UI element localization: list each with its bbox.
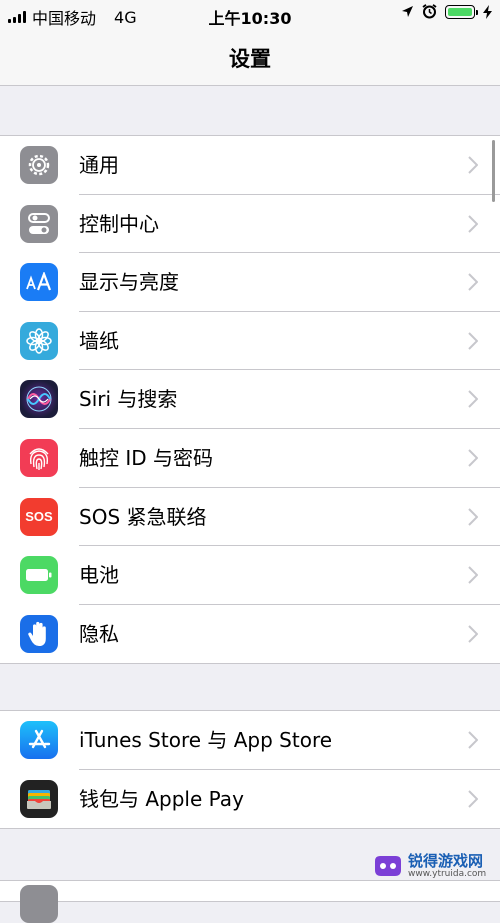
settings-row-wallpaper[interactable]: 墙纸 xyxy=(0,312,500,371)
siri-icon xyxy=(20,380,58,419)
sos-icon: SOS xyxy=(20,497,58,536)
battery-icon xyxy=(445,4,478,19)
settings-row-emergency-sos[interactable]: SOS SOS 紧急联络 xyxy=(0,488,500,547)
settings-row-battery[interactable]: 电池 xyxy=(0,546,500,605)
row-label: 通用 xyxy=(79,153,119,177)
settings-row-general[interactable]: 通用 xyxy=(0,136,500,195)
settings-row-control-center[interactable]: 控制中心 xyxy=(0,195,500,254)
row-label: SOS 紧急联络 xyxy=(79,504,207,529)
settings-row-wallet-apple-pay[interactable]: 钱包与 Apple Pay xyxy=(0,770,500,829)
toggles-icon xyxy=(20,204,58,243)
row-label: Siri 与搜索 xyxy=(79,387,178,412)
settings-group-main: 通用 控制中心 显示与亮度 墙纸 Siri 与搜索 触控 ID 与密码 SOS … xyxy=(0,135,500,665)
chevron-right-icon xyxy=(468,449,478,467)
chevron-right-icon xyxy=(468,332,478,350)
chevron-right-icon xyxy=(468,625,478,643)
row-label: 墙纸 xyxy=(79,328,119,353)
hand-icon xyxy=(20,614,58,653)
chevron-right-icon xyxy=(468,214,478,233)
chevron-right-icon xyxy=(468,273,478,291)
charging-bolt-icon xyxy=(483,4,492,19)
location-arrow-icon xyxy=(402,6,413,17)
settings-group-next-partial xyxy=(0,880,500,923)
row-label: 钱包与 Apple Pay xyxy=(79,786,244,811)
chevron-right-icon xyxy=(468,789,478,808)
chevron-right-icon xyxy=(468,390,478,409)
chevron-right-icon xyxy=(468,507,478,526)
settings-row-siri-search[interactable]: Siri 与搜索 xyxy=(0,370,500,429)
flower-icon xyxy=(20,321,58,360)
wallet-icon xyxy=(20,779,58,818)
partial-row-icon xyxy=(20,885,58,923)
chevron-right-icon xyxy=(468,566,478,584)
settings-row-touch-id-passcode[interactable]: 触控 ID 与密码 xyxy=(0,429,500,488)
row-label: 显示与亮度 xyxy=(79,270,179,295)
watermark-name: 锐得游戏网 xyxy=(408,852,484,870)
watermark: 锐得游戏网 www.ytruida.com xyxy=(372,853,486,879)
row-label: 触控 ID 与密码 xyxy=(79,445,214,470)
page-title: 设置 xyxy=(229,47,271,71)
settings-row-display-brightness[interactable]: 显示与亮度 xyxy=(0,253,500,312)
settings-row-itunes-app-store[interactable]: iTunes Store 与 App Store xyxy=(0,711,500,770)
sos-icon-text: SOS xyxy=(25,509,53,525)
settings-row-privacy[interactable]: 隐私 xyxy=(0,605,500,664)
watermark-logo-icon xyxy=(375,856,401,876)
row-label: iTunes Store 与 App Store xyxy=(79,728,333,752)
alarm-clock-icon xyxy=(422,4,437,19)
settings-group-store: iTunes Store 与 App Store 钱包与 Apple Pay xyxy=(0,710,500,830)
app-store-icon xyxy=(20,721,58,759)
gear-icon xyxy=(20,146,58,184)
watermark-url: www.ytruida.com xyxy=(408,869,487,879)
scroll-indicator[interactable] xyxy=(492,140,495,202)
chevron-right-icon xyxy=(468,156,478,174)
chevron-right-icon xyxy=(468,731,478,749)
row-label: 电池 xyxy=(79,563,119,588)
row-label: 隐私 xyxy=(79,621,119,646)
navigation-bar: 设置 xyxy=(0,30,500,86)
status-bar: 中国移动 4G 上午10:30 xyxy=(0,0,500,30)
row-label: 控制中心 xyxy=(79,211,159,236)
battery-icon xyxy=(20,556,58,595)
display-aa-icon xyxy=(20,263,58,302)
fingerprint-icon xyxy=(20,438,58,477)
